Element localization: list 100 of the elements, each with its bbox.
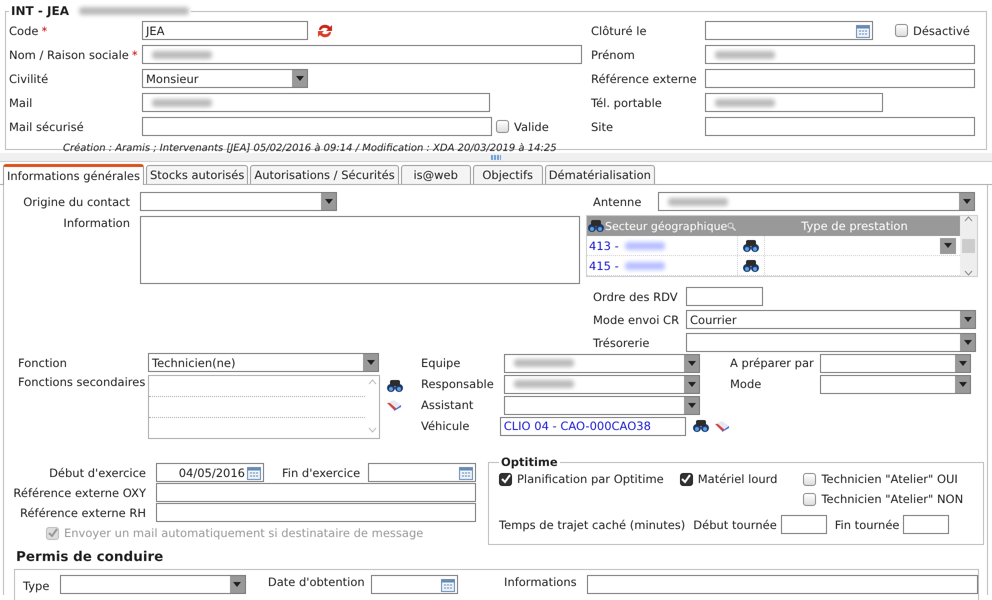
field-label: Type	[23, 579, 50, 593]
checkbox[interactable]	[499, 472, 512, 486]
field-label: Référence externe RH	[18, 506, 147, 520]
text-field[interactable]	[156, 483, 476, 502]
dropdown[interactable]	[504, 396, 700, 414]
field-label: Temps de trajet caché (minutes)	[499, 518, 686, 532]
dropdown[interactable]: Courrier	[686, 310, 976, 329]
dropdown[interactable]	[658, 192, 975, 211]
text-field[interactable]	[156, 503, 476, 522]
caret-icon	[955, 354, 970, 372]
refresh-icon[interactable]	[316, 22, 334, 38]
date-field[interactable]	[370, 575, 458, 594]
field-label: Nom / Raison sociale	[9, 48, 129, 62]
record-title: INT - JEA	[11, 4, 69, 18]
list-box[interactable]	[148, 375, 380, 439]
binoculars-icon[interactable]	[742, 258, 760, 272]
dropdown[interactable]	[60, 575, 246, 594]
text-field[interactable]: JEA	[142, 21, 308, 40]
field-label: Responsable	[421, 377, 495, 391]
blurred-text	[624, 242, 665, 250]
text-field[interactable]	[586, 575, 978, 594]
tab[interactable]: Stocks autorisés	[146, 165, 248, 184]
text-field[interactable]	[142, 45, 582, 64]
scrollbar[interactable]	[960, 216, 977, 276]
checkbox[interactable]	[803, 492, 816, 506]
dropdown[interactable]: Monsieur	[142, 69, 308, 88]
field-label: Fonction	[18, 356, 68, 370]
checkbox-label[interactable]: Technicien "Atelier" NON	[803, 489, 964, 509]
dropdown[interactable]	[140, 192, 337, 211]
tab[interactable]: Dématérialisation	[544, 165, 655, 184]
caret-icon	[292, 70, 307, 87]
text-field[interactable]	[705, 69, 975, 88]
checkbox[interactable]	[803, 472, 816, 486]
scroll-down-icon[interactable]	[964, 270, 973, 276]
checkbox-label[interactable]: Désactivé	[895, 24, 970, 38]
caret-icon	[684, 376, 699, 392]
field-label: Mode	[730, 377, 762, 391]
text-field[interactable]	[142, 93, 490, 112]
dropdown[interactable]	[820, 374, 971, 394]
checkbox-label[interactable]: Matériel lourd	[680, 469, 778, 489]
checkbox[interactable]	[680, 472, 693, 486]
text-field[interactable]	[686, 287, 763, 306]
text-area[interactable]	[140, 216, 580, 284]
checkbox-label[interactable]: Planification par Optitime	[499, 469, 664, 489]
field-label: Fin d'exercice	[281, 466, 362, 480]
field-label: Début tournée	[692, 518, 778, 532]
calendar-icon[interactable]	[247, 466, 261, 480]
field-label: Informations	[504, 575, 577, 589]
eraser-icon[interactable]	[386, 399, 402, 411]
tab[interactable]: Objectifs	[472, 165, 543, 184]
binoculars-icon[interactable]	[692, 419, 710, 433]
field-label: Référence externe OXY	[12, 486, 147, 500]
binoculars-icon[interactable]	[742, 238, 760, 252]
table-cell: 415 -	[587, 258, 737, 272]
calendar-icon[interactable]	[441, 578, 456, 592]
checkbox[interactable]	[496, 120, 509, 133]
caret-icon	[960, 311, 975, 328]
field-label: Assistant	[421, 398, 474, 412]
field-label: Fonctions secondaires	[18, 375, 146, 389]
field-label: Trésorerie	[592, 336, 650, 350]
tab[interactable]: is@web	[400, 165, 471, 184]
binoculars-icon[interactable]	[386, 379, 404, 393]
checkbox-label[interactable]: Valide	[496, 120, 549, 134]
dropdown[interactable]	[504, 374, 700, 394]
checkbox[interactable]	[895, 24, 908, 37]
checkbox-label[interactable]: Technicien "Atelier" OUI	[803, 469, 964, 489]
dropdown[interactable]: Technicien(ne)	[148, 353, 379, 372]
field-label: Equipe	[421, 356, 462, 370]
calendar-icon[interactable]	[459, 466, 474, 480]
caret-icon	[230, 576, 245, 593]
scroll-up-icon[interactable]	[964, 216, 973, 222]
eraser-icon[interactable]	[714, 420, 730, 432]
date-field[interactable]	[368, 463, 476, 482]
dropdown[interactable]	[686, 333, 976, 352]
caret-icon	[684, 396, 699, 414]
dropdown[interactable]	[820, 354, 971, 372]
date-field[interactable]: 04/05/2016	[156, 463, 264, 482]
text-field[interactable]	[705, 45, 975, 64]
field-label: Mail	[9, 96, 32, 110]
dropdown-button[interactable]	[940, 238, 956, 254]
caret-icon	[960, 334, 975, 351]
splitter-handle[interactable]	[491, 154, 501, 160]
text-field[interactable]: CLIO 04 - CAO-000CAO38	[500, 416, 686, 436]
tab[interactable]: Informations générales	[3, 164, 144, 185]
caret-icon	[684, 354, 699, 372]
tab[interactable]: Autorisations / Sécurités	[250, 165, 399, 184]
dropdown[interactable]	[504, 354, 700, 372]
calendar-icon[interactable]	[856, 24, 870, 38]
caret-icon	[321, 193, 336, 210]
caret-icon	[959, 193, 974, 210]
text-field[interactable]	[903, 515, 950, 534]
date-field[interactable]	[705, 21, 873, 40]
text-field[interactable]	[705, 117, 975, 136]
blurred-text	[624, 262, 665, 270]
text-field[interactable]	[705, 93, 883, 112]
text-field[interactable]	[142, 117, 492, 136]
field-label: Civilité	[9, 72, 48, 86]
text-field[interactable]	[780, 515, 827, 534]
table-cell: 413 -	[587, 238, 737, 252]
field-label: Code	[9, 24, 38, 38]
